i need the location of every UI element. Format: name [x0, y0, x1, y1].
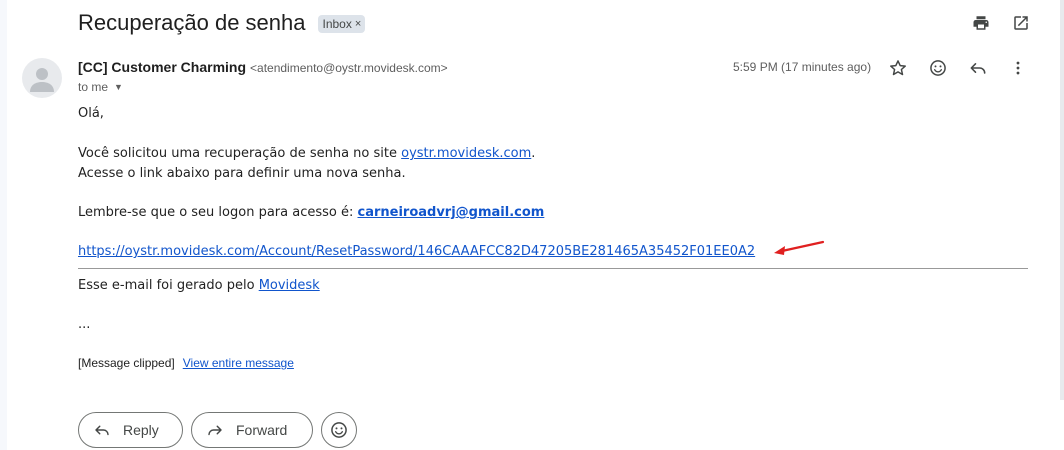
body-line-1: Você solicitou uma recuperação de senha … [78, 146, 535, 161]
reply-button[interactable]: Reply [78, 412, 183, 448]
reset-link-line: https://oystr.movidesk.com/Account/Reset… [78, 244, 755, 259]
sender-line: [CC] Customer Charming <atendimento@oyst… [78, 59, 448, 75]
recipient-details-toggle[interactable]: to me ▼ [78, 80, 123, 94]
star-icon[interactable] [887, 57, 909, 79]
reply-icon[interactable] [967, 57, 989, 79]
reply-label: Reply [123, 422, 159, 438]
sender-email: <atendimento@oystr.movidesk.com> [250, 61, 448, 75]
reset-password-link[interactable]: https://oystr.movidesk.com/Account/Reset… [78, 244, 755, 259]
body-line-2: Acesse o link abaixo para definir uma no… [78, 166, 406, 181]
caret-down-icon[interactable]: ▼ [114, 82, 123, 92]
remove-label-icon[interactable]: × [355, 18, 361, 30]
reply-icon [93, 421, 111, 439]
subject-row: Recuperação de senha Inbox × [78, 8, 366, 38]
clipped-text: [Message clipped] [78, 356, 175, 370]
emoji-icon [331, 422, 347, 438]
forward-button[interactable]: Forward [191, 412, 313, 448]
logon-label: Lembre-se que o seu logon para acesso é: [78, 205, 358, 220]
message-toolbar [887, 57, 1029, 79]
sender-name[interactable]: [CC] Customer Charming [78, 59, 246, 75]
annotation-arrow-icon [774, 240, 825, 255]
logon-email-link[interactable]: carneiroadvrj@gmail.com [358, 205, 545, 220]
forward-label: Forward [236, 422, 288, 438]
movidesk-link[interactable]: Movidesk [259, 278, 320, 293]
sender-avatar[interactable] [22, 58, 62, 98]
forward-icon [206, 421, 224, 439]
emoji-react-button[interactable] [321, 412, 357, 448]
message-clipped-notice: [Message clipped] View entire message [78, 356, 294, 370]
view-entire-message-link[interactable]: View entire message [183, 356, 294, 370]
site-link[interactable]: oystr.movidesk.com [401, 146, 531, 161]
inbox-label-chip[interactable]: Inbox × [317, 15, 366, 33]
body-line-1-text: Você solicitou uma recuperação de senha … [78, 146, 402, 161]
signature-divider [78, 268, 1028, 269]
trimmed-content-ellipsis[interactable]: ... [78, 317, 90, 332]
more-vert-icon[interactable] [1007, 57, 1029, 79]
email-subject: Recuperação de senha [78, 10, 306, 35]
thread-toolbar [970, 12, 1032, 34]
emoji-icon[interactable] [927, 57, 949, 79]
label-text: Inbox [322, 17, 352, 31]
footer-text: Esse e-mail foi gerado pelo [78, 278, 259, 293]
body-line-1-suffix: . [531, 146, 536, 161]
reply-actions: Reply Forward [78, 412, 357, 448]
footer-line: Esse e-mail foi gerado pelo Movidesk [78, 278, 320, 293]
person-icon [30, 68, 54, 92]
logon-line: Lembre-se que o seu logon para acesso é:… [78, 205, 544, 220]
left-panel-edge [0, 0, 7, 450]
print-icon[interactable] [970, 12, 992, 34]
scrollbar[interactable] [1060, 0, 1064, 400]
recipient-label: to me [78, 80, 109, 94]
open-in-new-window-icon[interactable] [1010, 12, 1032, 34]
greeting: Olá, [78, 106, 104, 121]
email-timestamp: 5:59 PM (17 minutes ago) [733, 60, 872, 74]
